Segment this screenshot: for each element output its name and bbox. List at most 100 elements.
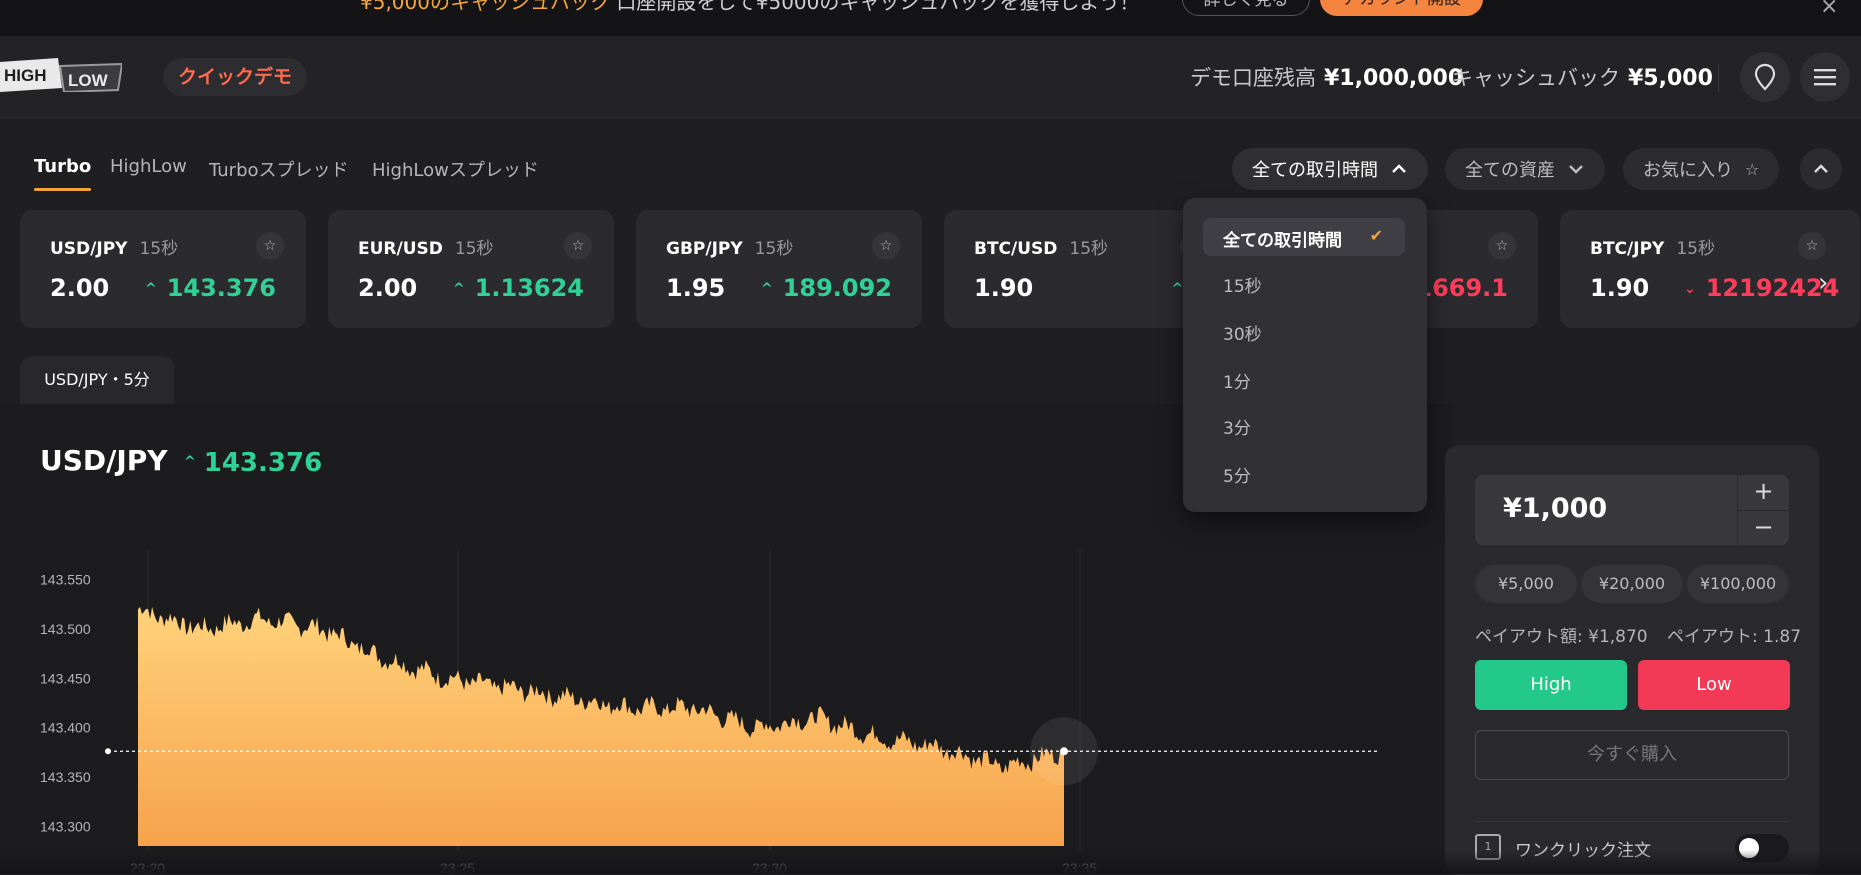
location-button[interactable] (1740, 52, 1790, 102)
tab-turbo[interactable]: Turbo (34, 156, 92, 191)
asset-price: ^ 143.376 (144, 274, 276, 302)
quick-amount-button[interactable]: ¥5,000 (1475, 565, 1577, 603)
minus-button[interactable]: − (1738, 510, 1789, 545)
payout-rate: ペイアウト: 1.87 (1667, 627, 1802, 647)
logo-low-text: LOW (68, 71, 109, 90)
time-filter-label: 全ての取引時間 (1252, 160, 1378, 181)
chevron-down-icon (1569, 165, 1583, 174)
asset-symbol: BTC/JPY 15秒 (1590, 239, 1715, 259)
app-header: HIGH LOW クイックデモ デモ口座残高 ¥1,000,000 キャッシュバッ… (0, 36, 1861, 118)
current-price-dot (1060, 747, 1068, 756)
asset-card[interactable]: BTC/JPY 15秒 ☆ 1.90 ⌄ 12192424 (1560, 210, 1860, 328)
favorite-star-icon[interactable]: ☆ (256, 232, 284, 260)
favorites-filter[interactable]: お気に入り ☆ (1623, 148, 1780, 190)
buy-now-button[interactable]: 今すぐ購入 (1475, 730, 1789, 780)
asset-payout: 2.00 (358, 274, 418, 302)
cashback-value: ¥5,000 (1628, 66, 1713, 91)
y-tick-label: 143.350 (40, 769, 91, 785)
menu-item-30s[interactable]: 30秒 (1223, 320, 1262, 345)
menu-item-3m[interactable]: 3分 (1223, 414, 1251, 439)
highlow-logo[interactable]: HIGH LOW (0, 58, 122, 92)
close-icon[interactable]: × (1820, 0, 1838, 19)
details-button[interactable]: 詳しく見る (1182, 0, 1310, 16)
promo-highlight: ¥5,000のキャッシュバック (360, 0, 610, 14)
favorite-star-icon[interactable]: ☆ (872, 232, 900, 260)
promo-banner: ¥5,000のキャッシュバック 口座開設をして¥5000のキャッシュバックを獲得… (0, 0, 1861, 36)
asset-filter-dropdown[interactable]: 全ての資産 (1445, 148, 1605, 190)
signup-button[interactable]: アカウント開設 (1320, 0, 1483, 16)
payout-info: ペイアウト額: ¥1,870 ペイアウト: 1.87 (1475, 622, 1801, 647)
plus-button[interactable]: + (1738, 475, 1789, 510)
asset-price: 1669.1 (1415, 274, 1508, 302)
tab-highlow-spread[interactable]: HighLowスプレッド (372, 156, 539, 182)
asset-duration: 15秒 (1676, 239, 1715, 259)
quick-amount-button[interactable]: ¥100,000 (1687, 565, 1789, 603)
chevron-up-icon (1814, 164, 1828, 173)
asset-price: ^ 189.092 (760, 274, 892, 302)
asset-price: ^ 1.13624 (452, 274, 584, 302)
time-filter-menu: 全ての取引時間 ✔ 15秒 30秒 1分 3分 5分 (1183, 198, 1427, 512)
menu-item-15s[interactable]: 15秒 (1223, 272, 1262, 297)
menu-button[interactable] (1800, 52, 1850, 102)
chart-symbol-title: USD/JPY (40, 444, 168, 477)
asset-payout: 1.90 (974, 274, 1034, 302)
up-arrow-icon: ^ (760, 281, 773, 297)
y-tick-label: 143.400 (40, 720, 91, 736)
y-tick-label: 143.500 (40, 621, 91, 637)
menu-item-all-times[interactable]: 全ての取引時間 ✔ (1203, 218, 1405, 256)
trade-panel: ¥1,000 + − ¥5,000 ¥20,000 ¥100,000 ペイアウト… (1445, 445, 1819, 875)
asset-duration: 15秒 (1069, 239, 1109, 259)
chart-current-price: ^ 143.376 (184, 448, 323, 478)
time-filter-dropdown[interactable]: 全ての取引時間 (1232, 148, 1428, 190)
asset-symbol: EUR/USD 15秒 (358, 239, 494, 259)
favorites-label: お気に入り (1643, 160, 1733, 181)
menu-item-5m[interactable]: 5分 (1223, 462, 1251, 487)
logo-high-text: HIGH (4, 66, 47, 85)
price-area-series (138, 607, 1064, 846)
chevron-up-icon (1392, 164, 1406, 173)
y-tick-label: 143.550 (40, 572, 91, 588)
asset-card[interactable]: GBP/JPY 15秒 ☆ 1.95 ^ 189.092 (636, 210, 922, 328)
quick-amount-button[interactable]: ¥20,000 (1581, 565, 1683, 603)
chevron-right-icon[interactable]: › (1818, 268, 1828, 298)
bottom-fade (0, 850, 1861, 874)
quick-demo-button[interactable]: クイックデモ (163, 58, 307, 96)
balance-value: ¥1,000,000 (1324, 66, 1464, 91)
low-button[interactable]: Low (1638, 660, 1790, 710)
high-button[interactable]: High (1475, 660, 1627, 710)
asset-card[interactable]: USD/JPY 15秒 ☆ 2.00 ^ 143.376 (20, 210, 306, 328)
collapse-button[interactable] (1800, 148, 1842, 190)
up-arrow-icon: ^ (144, 281, 157, 297)
asset-duration: 15秒 (754, 239, 794, 259)
down-arrow-icon: ⌄ (1684, 281, 1696, 297)
favorite-star-icon[interactable]: ☆ (1488, 232, 1516, 260)
up-arrow-icon: ^ (184, 454, 196, 470)
amount-stepper: + − (1737, 475, 1789, 545)
tab-turbo-spread[interactable]: Turboスプレッド (209, 156, 349, 182)
asset-card[interactable]: EUR/USD 15秒 ☆ 2.00 ^ 1.13624 (328, 210, 614, 328)
balance-label: デモ口座残高 (1190, 66, 1316, 90)
location-pin-icon (1754, 63, 1776, 91)
chart-tab[interactable]: USD/JPY・5分 (20, 356, 174, 404)
y-axis-ticks: 143.550 143.500 143.450 143.400 143.350 143.3… (40, 572, 91, 835)
promo-body: 口座開設をして¥5000のキャッシュバックを獲得しよう！ (616, 0, 1140, 14)
header-divider (1718, 64, 1719, 92)
favorite-star-icon[interactable]: ☆ (564, 232, 592, 260)
hamburger-icon (1814, 69, 1836, 86)
amount-value: ¥1,000 (1503, 493, 1608, 524)
demo-balance: デモ口座残高 ¥1,000,000 (1190, 62, 1463, 92)
asset-symbol: BTC/USD 15秒 (974, 239, 1109, 259)
tab-highlow[interactable]: HighLow (110, 156, 187, 177)
cashback-balance: キャッシュバック ¥5,000 (1452, 62, 1713, 92)
price-line-start-dot (105, 748, 111, 755)
favorite-star-icon[interactable]: ☆ (1798, 232, 1826, 260)
amount-field[interactable]: ¥1,000 + − (1475, 475, 1789, 545)
menu-item-label: 全ての取引時間 (1223, 231, 1342, 251)
asset-filter-label: 全ての資産 (1465, 160, 1555, 181)
asset-price: ⌄ 12192424 (1684, 274, 1840, 302)
checkmark-icon: ✔ (1369, 226, 1383, 245)
asset-symbol: GBP/JPY 15秒 (666, 239, 794, 259)
star-icon: ☆ (1745, 159, 1760, 179)
menu-item-1m[interactable]: 1分 (1223, 368, 1251, 393)
price-chart[interactable]: 143.550 143.500 143.450 143.400 143.350 143.3… (0, 540, 1440, 874)
